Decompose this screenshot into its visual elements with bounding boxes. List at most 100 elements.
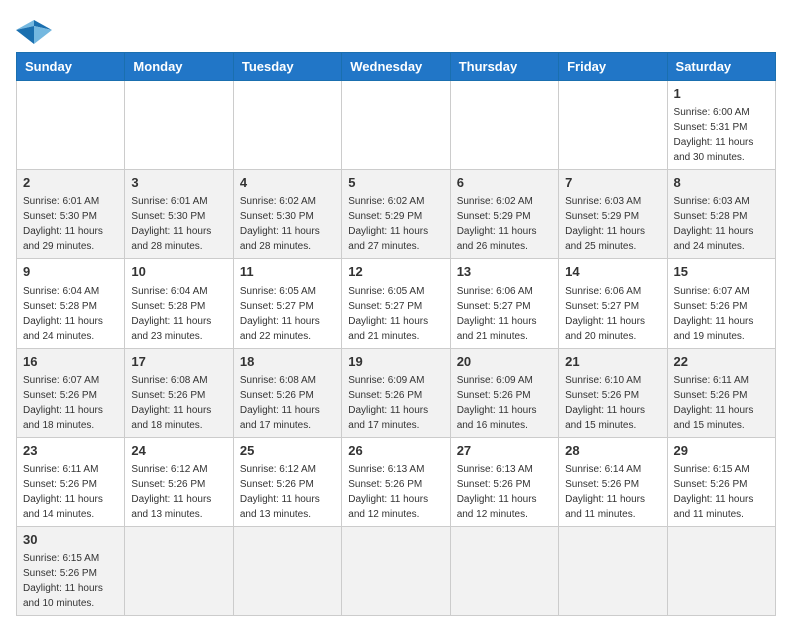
cell-info-text: Sunrise: 6:07 AM Sunset: 5:26 PM Dayligh… xyxy=(23,373,118,433)
cell-date-number: 10 xyxy=(131,263,226,281)
calendar-cell: 6 Sunrise: 6:02 AM Sunset: 5:29 PM Daylig… xyxy=(450,170,558,259)
cell-info-text: Sunrise: 6:15 AM Sunset: 5:26 PM Dayligh… xyxy=(674,462,769,522)
cell-date-number: 28 xyxy=(565,442,660,460)
cell-date-number: 2 xyxy=(23,174,118,192)
cell-date-number: 9 xyxy=(23,263,118,281)
calendar-cell: 4Sunrise: 6:02 AM Sunset: 5:30 PM Daylig… xyxy=(233,170,341,259)
calendar-cell: 8 Sunrise: 6:03 AM Sunset: 5:28 PM Daylig… xyxy=(667,170,775,259)
weekday-header: Saturday xyxy=(667,53,775,81)
cell-info-text: Sunrise: 6:14 AM Sunset: 5:26 PM Dayligh… xyxy=(565,462,660,522)
cell-date-number: 3 xyxy=(131,174,226,192)
calendar-cell xyxy=(667,526,775,615)
cell-info-text: Sunrise: 6:10 AM Sunset: 5:26 PM Dayligh… xyxy=(565,373,660,433)
cell-info-text: Sunrise: 6:13 AM Sunset: 5:26 PM Dayligh… xyxy=(348,462,443,522)
cell-date-number: 15 xyxy=(674,263,769,281)
calendar: SundayMondayTuesdayWednesdayThursdayFrid… xyxy=(16,52,776,616)
cell-info-text: Sunrise: 6:07 AM Sunset: 5:26 PM Dayligh… xyxy=(674,284,769,344)
cell-date-number: 20 xyxy=(457,353,552,371)
calendar-cell xyxy=(450,81,558,170)
calendar-cell xyxy=(450,526,558,615)
cell-info-text: Sunrise: 6:12 AM Sunset: 5:26 PM Dayligh… xyxy=(240,462,335,522)
cell-info-text: Sunrise: 6:06 AM Sunset: 5:27 PM Dayligh… xyxy=(565,284,660,344)
cell-date-number: 7 xyxy=(565,174,660,192)
cell-info-text: Sunrise: 6:03 AM Sunset: 5:28 PM Dayligh… xyxy=(674,194,769,254)
calendar-week-row: 23 Sunrise: 6:11 AM Sunset: 5:26 PM Dayli… xyxy=(17,437,776,526)
calendar-week-row: 30Sunrise: 6:15 AM Sunset: 5:26 PM Dayli… xyxy=(17,526,776,615)
logo-icon xyxy=(16,16,52,44)
calendar-week-row: 2 Sunrise: 6:01 AM Sunset: 5:30 PM Daylig… xyxy=(17,170,776,259)
cell-info-text: Sunrise: 6:00 AM Sunset: 5:31 PM Dayligh… xyxy=(674,105,769,165)
calendar-week-row: 9 Sunrise: 6:04 AM Sunset: 5:28 PM Daylig… xyxy=(17,259,776,348)
cell-info-text: Sunrise: 6:11 AM Sunset: 5:26 PM Dayligh… xyxy=(23,462,118,522)
calendar-cell: 26Sunrise: 6:13 AM Sunset: 5:26 PM Dayli… xyxy=(342,437,450,526)
cell-info-text: Sunrise: 6:09 AM Sunset: 5:26 PM Dayligh… xyxy=(348,373,443,433)
cell-date-number: 4 xyxy=(240,174,335,192)
calendar-cell: 5 Sunrise: 6:02 AM Sunset: 5:29 PM Daylig… xyxy=(342,170,450,259)
weekday-header: Monday xyxy=(125,53,233,81)
calendar-cell: 22 Sunrise: 6:11 AM Sunset: 5:26 PM Dayli… xyxy=(667,348,775,437)
cell-info-text: Sunrise: 6:13 AM Sunset: 5:26 PM Dayligh… xyxy=(457,462,552,522)
calendar-cell: 14 Sunrise: 6:06 AM Sunset: 5:27 PM Dayli… xyxy=(559,259,667,348)
cell-date-number: 5 xyxy=(348,174,443,192)
calendar-cell: 7 Sunrise: 6:03 AM Sunset: 5:29 PM Daylig… xyxy=(559,170,667,259)
cell-info-text: Sunrise: 6:03 AM Sunset: 5:29 PM Dayligh… xyxy=(565,194,660,254)
calendar-cell xyxy=(125,526,233,615)
cell-date-number: 12 xyxy=(348,263,443,281)
cell-info-text: Sunrise: 6:08 AM Sunset: 5:26 PM Dayligh… xyxy=(240,373,335,433)
cell-info-text: Sunrise: 6:01 AM Sunset: 5:30 PM Dayligh… xyxy=(23,194,118,254)
cell-info-text: Sunrise: 6:11 AM Sunset: 5:26 PM Dayligh… xyxy=(674,373,769,433)
weekday-header: Friday xyxy=(559,53,667,81)
cell-date-number: 17 xyxy=(131,353,226,371)
cell-date-number: 8 xyxy=(674,174,769,192)
calendar-header-row: SundayMondayTuesdayWednesdayThursdayFrid… xyxy=(17,53,776,81)
calendar-cell xyxy=(559,526,667,615)
header xyxy=(16,16,776,44)
cell-date-number: 14 xyxy=(565,263,660,281)
cell-info-text: Sunrise: 6:05 AM Sunset: 5:27 PM Dayligh… xyxy=(348,284,443,344)
calendar-cell: 3Sunrise: 6:01 AM Sunset: 5:30 PM Daylig… xyxy=(125,170,233,259)
calendar-cell: 16 Sunrise: 6:07 AM Sunset: 5:26 PM Dayli… xyxy=(17,348,125,437)
calendar-cell: 28 Sunrise: 6:14 AM Sunset: 5:26 PM Dayli… xyxy=(559,437,667,526)
calendar-cell xyxy=(233,526,341,615)
calendar-cell: 29 Sunrise: 6:15 AM Sunset: 5:26 PM Dayli… xyxy=(667,437,775,526)
cell-date-number: 19 xyxy=(348,353,443,371)
cell-info-text: Sunrise: 6:04 AM Sunset: 5:28 PM Dayligh… xyxy=(23,284,118,344)
calendar-cell xyxy=(17,81,125,170)
cell-date-number: 6 xyxy=(457,174,552,192)
calendar-cell: 23 Sunrise: 6:11 AM Sunset: 5:26 PM Dayli… xyxy=(17,437,125,526)
calendar-cell: 1 Sunrise: 6:00 AM Sunset: 5:31 PM Daylig… xyxy=(667,81,775,170)
cell-info-text: Sunrise: 6:02 AM Sunset: 5:29 PM Dayligh… xyxy=(457,194,552,254)
calendar-cell: 9 Sunrise: 6:04 AM Sunset: 5:28 PM Daylig… xyxy=(17,259,125,348)
calendar-cell: 20 Sunrise: 6:09 AM Sunset: 5:26 PM Dayli… xyxy=(450,348,558,437)
calendar-cell: 24 Sunrise: 6:12 AM Sunset: 5:26 PM Dayli… xyxy=(125,437,233,526)
cell-info-text: Sunrise: 6:06 AM Sunset: 5:27 PM Dayligh… xyxy=(457,284,552,344)
cell-date-number: 18 xyxy=(240,353,335,371)
weekday-header: Sunday xyxy=(17,53,125,81)
cell-date-number: 16 xyxy=(23,353,118,371)
calendar-cell xyxy=(342,526,450,615)
cell-date-number: 1 xyxy=(674,85,769,103)
weekday-header: Wednesday xyxy=(342,53,450,81)
calendar-cell: 19 Sunrise: 6:09 AM Sunset: 5:26 PM Dayli… xyxy=(342,348,450,437)
cell-date-number: 23 xyxy=(23,442,118,460)
cell-info-text: Sunrise: 6:12 AM Sunset: 5:26 PM Dayligh… xyxy=(131,462,226,522)
cell-info-text: Sunrise: 6:09 AM Sunset: 5:26 PM Dayligh… xyxy=(457,373,552,433)
cell-info-text: Sunrise: 6:02 AM Sunset: 5:29 PM Dayligh… xyxy=(348,194,443,254)
cell-date-number: 30 xyxy=(23,531,118,549)
calendar-cell: 30Sunrise: 6:15 AM Sunset: 5:26 PM Dayli… xyxy=(17,526,125,615)
calendar-cell: 12 Sunrise: 6:05 AM Sunset: 5:27 PM Dayli… xyxy=(342,259,450,348)
calendar-cell: 27Sunrise: 6:13 AM Sunset: 5:26 PM Dayli… xyxy=(450,437,558,526)
cell-date-number: 29 xyxy=(674,442,769,460)
calendar-cell: 13Sunrise: 6:06 AM Sunset: 5:27 PM Dayli… xyxy=(450,259,558,348)
cell-date-number: 24 xyxy=(131,442,226,460)
calendar-cell: 2 Sunrise: 6:01 AM Sunset: 5:30 PM Daylig… xyxy=(17,170,125,259)
calendar-cell: 21Sunrise: 6:10 AM Sunset: 5:26 PM Dayli… xyxy=(559,348,667,437)
cell-info-text: Sunrise: 6:08 AM Sunset: 5:26 PM Dayligh… xyxy=(131,373,226,433)
logo xyxy=(16,16,56,44)
cell-date-number: 22 xyxy=(674,353,769,371)
cell-date-number: 11 xyxy=(240,263,335,281)
cell-date-number: 25 xyxy=(240,442,335,460)
calendar-cell xyxy=(342,81,450,170)
cell-info-text: Sunrise: 6:05 AM Sunset: 5:27 PM Dayligh… xyxy=(240,284,335,344)
calendar-cell: 18 Sunrise: 6:08 AM Sunset: 5:26 PM Dayli… xyxy=(233,348,341,437)
